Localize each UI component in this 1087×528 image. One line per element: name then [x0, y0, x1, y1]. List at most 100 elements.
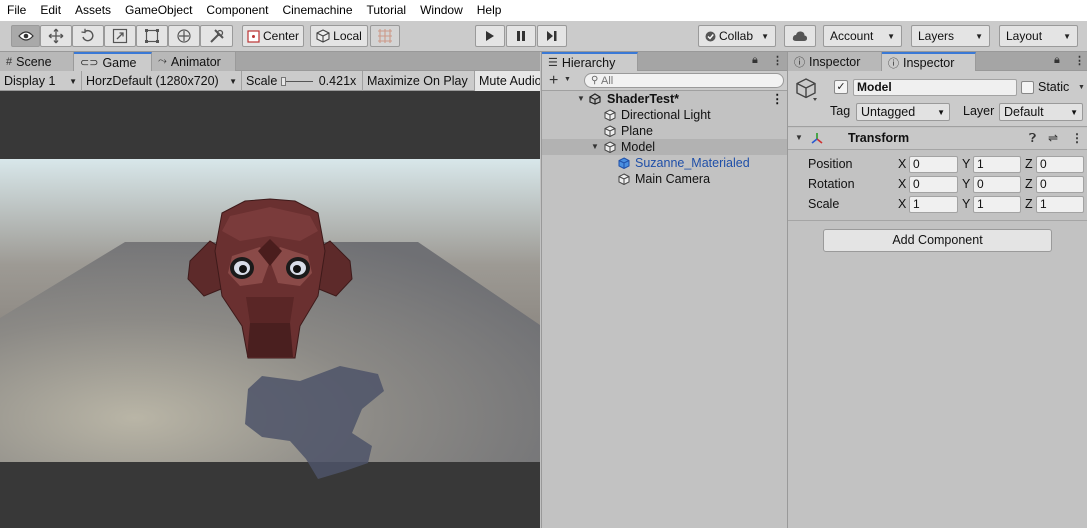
custom-tool-button[interactable]	[200, 25, 233, 47]
z-axis-label[interactable]: Z	[1025, 176, 1033, 193]
menu-cinemachine[interactable]: Cinemachine	[275, 0, 359, 21]
tab-animator[interactable]: ⤳ Animator	[152, 52, 236, 71]
y-axis-label[interactable]: Y	[962, 176, 970, 193]
hierarchy-item-directional-light[interactable]: Directional Light	[542, 107, 788, 123]
more-menu-icon[interactable]: ⋮	[1074, 54, 1085, 67]
hierarchy-item-suzanne[interactable]: Suzanne_Materialed	[542, 155, 788, 171]
transform-tool-button[interactable]	[168, 25, 200, 47]
preset-sliders-icon[interactable]: ⇌	[1048, 131, 1058, 145]
menu-assets[interactable]: Assets	[68, 0, 118, 21]
menu-component[interactable]: Component	[199, 0, 275, 21]
tab-inspector-1[interactable]: ⓘ Inspector	[788, 52, 882, 71]
position-z-field[interactable]: 0	[1036, 156, 1084, 173]
game-viewport[interactable]	[0, 91, 540, 528]
position-y-field[interactable]: 1	[973, 156, 1021, 173]
chevron-down-icon[interactable]: ▼	[564, 76, 571, 83]
scale-z-field[interactable]: 1	[1036, 196, 1084, 213]
scale-tool-button[interactable]	[104, 25, 136, 47]
layers-dropdown[interactable]: Layers ▼	[911, 25, 990, 47]
main-toolbar: Center Local Collab ▼ Account ▼ Layers ▼…	[0, 21, 1087, 52]
z-axis-label[interactable]: Z	[1025, 196, 1033, 213]
lock-icon[interactable]: 🔒︎	[1054, 54, 1060, 67]
scene-row[interactable]: ▼ ShaderTest* ⋮	[542, 91, 788, 107]
create-plus-icon[interactable]: +	[549, 71, 558, 90]
rect-tool-button[interactable]	[136, 25, 168, 47]
y-axis-label[interactable]: Y	[962, 156, 970, 173]
object-name-field[interactable]: Model	[853, 79, 1017, 96]
view-tool-button[interactable]	[11, 25, 40, 47]
collapse-arrow-icon[interactable]: ▼	[795, 133, 803, 142]
layer-value: Default	[1004, 105, 1044, 119]
x-axis-label[interactable]: X	[898, 176, 906, 193]
tab-game-label: Game	[102, 55, 137, 70]
display-dropdown[interactable]: Display 1 ▼	[0, 71, 82, 91]
scale-slider[interactable]	[281, 76, 313, 86]
mute-audio-toggle[interactable]: Mute Audio	[475, 71, 540, 91]
info-icon: ⓘ	[794, 56, 805, 69]
add-component-button[interactable]: Add Component	[823, 229, 1052, 252]
x-axis-label[interactable]: X	[898, 196, 906, 213]
position-x-field[interactable]: 0	[909, 156, 958, 173]
maximize-on-play-toggle[interactable]: Maximize On Play	[363, 71, 475, 91]
rotation-y-field[interactable]: 0	[973, 176, 1021, 193]
menu-tutorial[interactable]: Tutorial	[360, 0, 414, 21]
z-axis-label[interactable]: Z	[1025, 156, 1033, 173]
section-divider	[788, 220, 1087, 221]
hierarchy-item-label: Suzanne_Materialed	[635, 156, 750, 170]
layer-dropdown[interactable]: Default ▼	[999, 103, 1083, 121]
scale-slider-thumb[interactable]	[281, 76, 287, 86]
hierarchy-search-input[interactable]	[601, 74, 771, 87]
list-icon: ☰	[548, 57, 558, 69]
menu-edit[interactable]: Edit	[33, 0, 68, 21]
expand-arrow-icon[interactable]: ▼	[577, 91, 585, 107]
x-axis-label[interactable]: X	[898, 156, 906, 173]
tab-hierarchy[interactable]: ☰ Hierarchy	[542, 52, 638, 71]
scene-menu-icon[interactable]: ⋮	[771, 91, 784, 107]
layout-dropdown[interactable]: Layout ▼	[999, 25, 1078, 47]
menu-file[interactable]: File	[0, 0, 33, 21]
move-tool-button[interactable]	[40, 25, 72, 47]
tag-dropdown[interactable]: Untagged ▼	[856, 103, 950, 121]
game-panel-tabs: # Scene ⊂⊃ Game ⤳ Animator	[0, 52, 540, 71]
hierarchy-search-field[interactable]: ⚲	[584, 73, 784, 88]
collab-dropdown[interactable]: Collab ▼	[698, 25, 776, 47]
pivot-space-button[interactable]: Local	[310, 25, 368, 47]
scale-label: Scale	[808, 197, 840, 211]
menu-gameobject[interactable]: GameObject	[118, 0, 199, 21]
lock-icon[interactable]: 🔒︎	[752, 54, 758, 67]
tab-inspector-2[interactable]: ⓘ Inspector	[882, 52, 976, 71]
expand-arrow-icon[interactable]: ▼	[591, 139, 599, 155]
resolution-dropdown[interactable]: HorzDefault (1280x720) ▼	[82, 71, 242, 91]
hierarchy-item-main-camera[interactable]: Main Camera	[542, 171, 788, 187]
position-label: Position	[808, 157, 853, 171]
menu-window[interactable]: Window	[413, 0, 470, 21]
snap-button[interactable]	[370, 25, 400, 47]
rotation-x-field[interactable]: 0	[909, 176, 958, 193]
component-menu-icon[interactable]: ⋮	[1071, 131, 1083, 145]
hierarchy-item-model[interactable]: ▼ Model	[542, 139, 788, 155]
y-axis-label[interactable]: Y	[962, 196, 970, 213]
hierarchy-item-plane[interactable]: Plane	[542, 123, 788, 139]
help-icon[interactable]: ❓︎	[1029, 131, 1036, 146]
chevron-down-icon: ▼	[1070, 108, 1078, 117]
transform-header[interactable]: ▼ Transform ❓︎ ⇌ ⋮	[788, 128, 1087, 150]
tab-game[interactable]: ⊂⊃ Game	[74, 52, 152, 71]
chevron-down-icon[interactable]: ▼	[1078, 84, 1085, 91]
scale-x-field[interactable]: 1	[909, 196, 958, 213]
rotation-z-field[interactable]: 0	[1036, 176, 1084, 193]
chevron-down-icon: ▼	[69, 76, 77, 86]
cloud-button[interactable]	[784, 25, 816, 47]
scale-y-field[interactable]: 1	[973, 196, 1021, 213]
pivot-mode-button[interactable]: Center	[242, 25, 304, 47]
step-button[interactable]	[537, 25, 567, 47]
static-checkbox[interactable]	[1021, 81, 1034, 94]
move-icon	[48, 28, 64, 44]
pause-button[interactable]	[506, 25, 536, 47]
more-menu-icon[interactable]: ⋮	[772, 54, 783, 67]
active-checkbox[interactable]: ✓	[834, 80, 848, 94]
account-dropdown[interactable]: Account ▼	[823, 25, 902, 47]
play-button[interactable]	[475, 25, 505, 47]
rotate-tool-button[interactable]	[72, 25, 104, 47]
menu-help[interactable]: Help	[470, 0, 509, 21]
tab-scene[interactable]: # Scene	[0, 52, 74, 71]
